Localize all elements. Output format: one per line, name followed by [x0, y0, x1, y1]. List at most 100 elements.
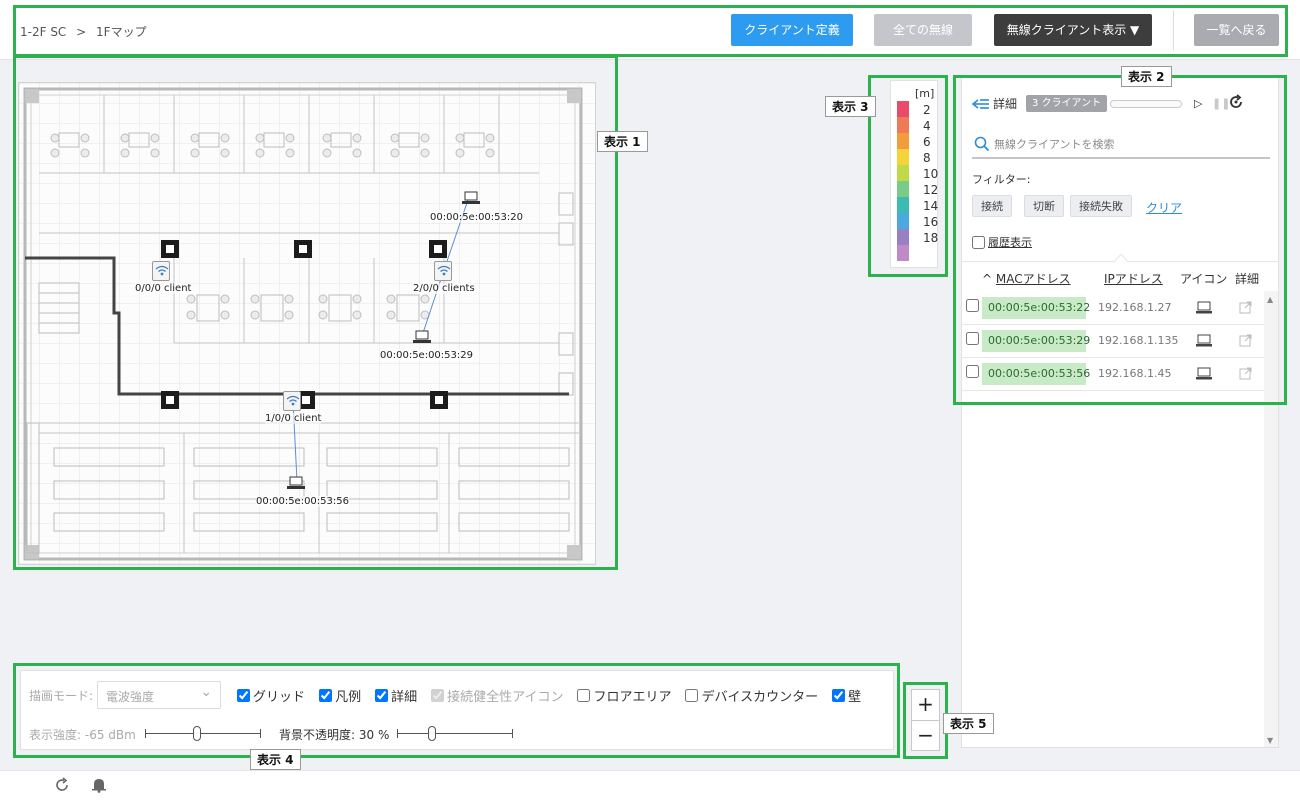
toggle-option[interactable]: デバイスカウンター — [685, 686, 818, 705]
opacity-slider[interactable] — [397, 726, 513, 741]
open-detail-icon[interactable] — [1239, 301, 1252, 314]
clear-filter-link[interactable]: クリア — [1146, 199, 1182, 216]
filter-disconnected-button[interactable]: 切断 — [1024, 195, 1064, 217]
column-mac[interactable]: ^ MACアドレス — [982, 270, 1071, 287]
draw-mode-select[interactable]: 電波強度 — [97, 681, 222, 709]
opacity-label: 背景不透明度: 30 % — [279, 728, 390, 742]
bell-icon[interactable] — [92, 777, 106, 793]
strength-slider-handle[interactable] — [193, 726, 202, 741]
reload-icon[interactable] — [54, 777, 70, 793]
filter-label: フィルター: — [972, 173, 1031, 186]
row-mac[interactable]: 00:00:5e:00:53:22 — [982, 297, 1090, 319]
option-checkbox[interactable] — [319, 688, 333, 702]
zoom-controls: + − — [911, 689, 940, 751]
legend-value: 16 — [923, 215, 939, 229]
option-label: 詳細 — [391, 689, 418, 705]
define-client-button[interactable]: クライアント定義 — [731, 14, 853, 46]
zoom-in-button[interactable]: + — [912, 690, 939, 720]
option-label: 凡例 — [335, 689, 362, 705]
scroll-up-icon[interactable]: ▲ — [1267, 295, 1273, 304]
all-wireless-button[interactable]: 全ての無線 — [874, 14, 972, 46]
annotation-label-1: 表示 1 — [597, 131, 648, 152]
row-checkbox[interactable] — [966, 365, 979, 378]
column-ip[interactable]: IPアドレス — [1104, 270, 1163, 287]
legend-value: 8 — [923, 151, 931, 165]
table-row[interactable]: 00:00:5e:00:53:56 192.168.1.45 — [962, 358, 1266, 391]
history-checkbox[interactable] — [972, 235, 985, 249]
filter-failed-button[interactable]: 接続失敗 — [1070, 195, 1132, 217]
legend-row — [897, 245, 937, 261]
legend-row: 12 — [897, 181, 938, 197]
legend-swatch — [897, 245, 909, 261]
legend-value: 2 — [923, 103, 931, 117]
sensor-marker[interactable] — [294, 240, 312, 258]
detail-toggle[interactable]: 詳細 — [972, 95, 1017, 112]
legend-value: 14 — [923, 199, 939, 213]
distance-legend: [m] 2 4 6 8 10 12 14 16 18 — [890, 80, 938, 268]
breadcrumb-floor: 1Fマップ — [96, 25, 147, 39]
laptop-icon — [1196, 367, 1212, 380]
option-checkbox[interactable] — [685, 688, 699, 702]
filter-connected-button[interactable]: 接続 — [972, 195, 1012, 217]
floor-map[interactable]: 0/0/0 client 2/0/0 clients 1/0/0 client … — [18, 82, 596, 565]
table-row[interactable]: 00:00:5e:00:53:29 192.168.1.135 — [962, 325, 1266, 358]
client-count-badge: 3 クライアント — [1026, 95, 1108, 112]
sensor-marker[interactable] — [161, 240, 179, 258]
toggle-option[interactable]: 凡例 — [319, 686, 361, 705]
row-checkbox[interactable] — [966, 332, 979, 345]
open-detail-icon[interactable] — [1239, 367, 1252, 380]
sensor-marker[interactable] — [429, 240, 447, 258]
legend-row: 2 — [897, 101, 937, 117]
access-point-icon[interactable] — [152, 261, 170, 281]
option-checkbox[interactable] — [832, 688, 846, 702]
legend-swatch — [897, 101, 909, 117]
laptop-icon — [1196, 301, 1212, 314]
table-scrollbar[interactable]: ▲ ▼ — [1264, 291, 1278, 747]
history-slider[interactable] — [1110, 100, 1182, 108]
legend-value: 4 — [923, 119, 931, 133]
scroll-down-icon[interactable]: ▼ — [1267, 736, 1273, 745]
option-label: 壁 — [848, 689, 862, 705]
history-toggle[interactable]: 履歴表示 — [972, 234, 1032, 250]
breadcrumb-site[interactable]: 1-2F SC — [20, 25, 66, 39]
laptop-icon[interactable] — [287, 476, 305, 490]
legend-value: 18 — [923, 231, 939, 245]
laptop-icon[interactable] — [462, 191, 480, 205]
legend-row: 14 — [897, 197, 939, 213]
collapse-panel-icon[interactable] — [972, 98, 990, 110]
toggle-option[interactable]: グリッド — [237, 686, 305, 705]
row-mac[interactable]: 00:00:5e:00:53:56 — [982, 363, 1090, 385]
refresh-icon[interactable] — [1228, 94, 1244, 110]
strength-slider[interactable] — [145, 726, 261, 741]
access-point-icon[interactable] — [434, 261, 452, 281]
option-checkbox[interactable] — [577, 688, 591, 702]
toggle-option[interactable]: フロアエリア — [577, 686, 671, 705]
legend-swatch — [897, 229, 909, 245]
toggle-option[interactable]: 詳細 — [375, 686, 417, 705]
back-to-list-button[interactable]: 一覧へ戻る — [1194, 14, 1279, 46]
popover-arrow — [1114, 254, 1128, 262]
row-checkbox[interactable] — [966, 299, 979, 312]
sensor-marker[interactable] — [430, 391, 448, 409]
option-checkbox[interactable] — [237, 688, 251, 702]
toggle-option[interactable]: 壁 — [832, 686, 861, 705]
row-mac[interactable]: 00:00:5e:00:53:29 — [982, 330, 1090, 352]
open-detail-icon[interactable] — [1239, 334, 1252, 347]
show-wireless-clients-dropdown[interactable]: 無線クライアント表示 ▼ — [994, 14, 1152, 46]
option-checkbox[interactable] — [375, 688, 389, 702]
opacity-slider-handle[interactable] — [427, 726, 436, 741]
sensor-marker[interactable] — [161, 391, 179, 409]
play-icon[interactable]: ▷ — [1194, 97, 1202, 110]
legend-unit: [m] — [915, 87, 935, 100]
legend-swatch — [897, 197, 909, 213]
search-input[interactable] — [994, 134, 1264, 154]
map-controls: 描画モード: 電波強度 グリッド 凡例 詳細 接続健全性アイコン フロアエリア デバイスカ… — [20, 670, 894, 750]
header-divider — [1173, 10, 1174, 50]
client-detail-panel: 詳細 3 クライアント ▷ ❚❚ フィルター: 接続 切断 接続失敗 クリア 履… — [961, 76, 1279, 748]
access-point-icon[interactable] — [283, 391, 301, 411]
row-ip: 192.168.1.135 — [1098, 334, 1179, 347]
table-row[interactable]: 00:00:5e:00:53:22 192.168.1.27 — [962, 292, 1266, 325]
zoom-out-button[interactable]: − — [912, 721, 939, 751]
breadcrumb-separator: > — [76, 25, 87, 39]
laptop-icon[interactable] — [413, 330, 431, 344]
